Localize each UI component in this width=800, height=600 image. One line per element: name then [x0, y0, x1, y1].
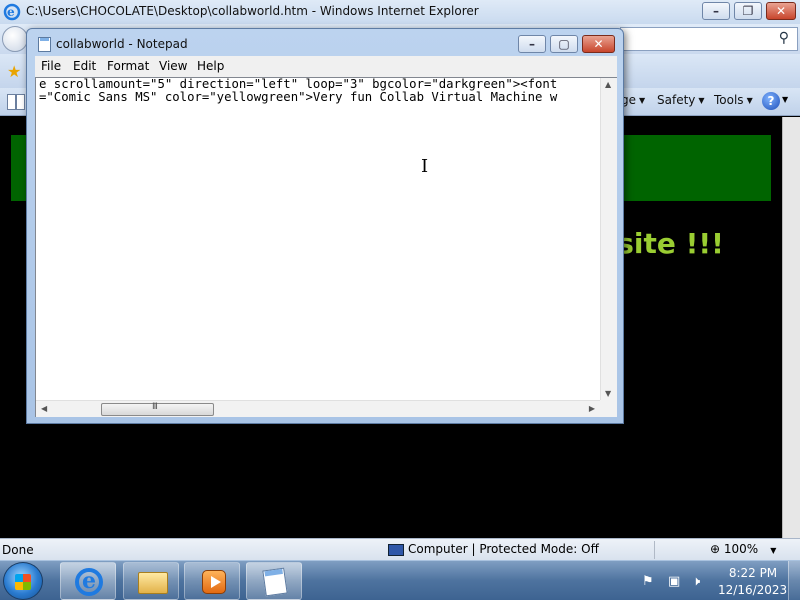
search-icon[interactable]: ⚲ [779, 30, 789, 46]
ie-maximize-button[interactable]: ❐ [734, 2, 762, 20]
notepad-title: collabworld - Notepad [56, 37, 188, 51]
ie-status-bar: Done Computer | Protected Mode: Off ⊕ 10… [0, 538, 800, 560]
back-button[interactable] [2, 26, 28, 52]
zoom-control[interactable]: ⊕ 100% ▼ [710, 542, 776, 556]
notepad-menu-bar: File Edit Format View Help [35, 56, 617, 77]
notepad-window: collabworld - Notepad – ▢ ✕ File Edit Fo… [26, 28, 624, 424]
zoom-level: 100% [723, 542, 759, 556]
text-cursor-icon: I [421, 156, 429, 177]
action-center-flag-icon[interactable]: ⚑ [642, 574, 654, 589]
notepad-icon [38, 37, 51, 52]
network-icon[interactable]: ▣ [668, 574, 680, 589]
notepad-vertical-scrollbar[interactable]: ▲ ▼ [600, 78, 617, 400]
menu-edit[interactable]: Edit [73, 59, 96, 73]
minimize-icon: – [713, 4, 719, 18]
svg-text:e: e [7, 5, 15, 19]
close-icon: ✕ [593, 37, 604, 51]
scroll-right-icon[interactable]: ▶ [589, 404, 595, 413]
menu-help[interactable]: Help [197, 59, 224, 73]
notepad-minimize-button[interactable]: – [518, 35, 546, 53]
grip-icon: III [152, 402, 158, 412]
scroll-left-icon[interactable]: ◀ [41, 404, 47, 413]
chevron-down-icon: ▼ [746, 96, 753, 105]
notepad-close-button[interactable]: ✕ [582, 35, 615, 53]
status-text: Done [2, 543, 34, 557]
taskbar-media-player-button[interactable] [184, 562, 240, 600]
folder-icon [138, 572, 168, 594]
ie-close-button[interactable]: ✕ [766, 2, 796, 20]
show-desktop-button[interactable] [788, 561, 800, 600]
scrollbar-corner [600, 400, 617, 417]
notepad-maximize-button[interactable]: ▢ [550, 35, 578, 53]
notepad-icon [262, 567, 288, 597]
notepad-horizontal-scrollbar[interactable]: ◀ III ▶ [36, 400, 600, 417]
ie-logo-icon: e [3, 3, 21, 21]
clock-date[interactable]: 12/16/2023 [718, 583, 787, 597]
chevron-down-icon: ▼ [698, 96, 705, 105]
media-player-icon [202, 570, 226, 594]
security-zone-label: Computer | Protected Mode: Off [408, 542, 599, 556]
scroll-down-icon[interactable]: ▼ [605, 389, 611, 398]
clock-time[interactable]: 8:22 PM [722, 566, 784, 580]
notepad-content[interactable]: e scrollamount="5" direction="left" loop… [39, 78, 599, 400]
chevron-down-icon: ▼ [770, 546, 777, 555]
notepad-text-area[interactable]: e scrollamount="5" direction="left" loop… [35, 77, 617, 417]
taskbar-explorer-button[interactable] [123, 562, 179, 600]
scroll-up-icon[interactable]: ▲ [605, 80, 611, 89]
maximize-icon: ▢ [558, 37, 570, 51]
text-line: ="Comic Sans MS" color="yellowgreen">Ver… [39, 90, 558, 104]
minimize-icon: – [529, 37, 535, 51]
taskbar: ⚑ ▣ 🕨 8:22 PM 12/16/2023 [0, 560, 800, 600]
computer-icon [388, 543, 404, 556]
security-zone[interactable]: Computer | Protected Mode: Off [388, 542, 599, 556]
chevron-down-icon: ▼ [639, 96, 646, 105]
favorites-star-icon[interactable]: ★ [7, 62, 21, 81]
safety-menu[interactable]: Safety ▼ [657, 93, 705, 107]
taskbar-notepad-button[interactable] [246, 562, 302, 600]
quick-tabs-icon[interactable] [7, 94, 25, 110]
restore-icon: ❐ [742, 4, 754, 18]
ie-vertical-scrollbar[interactable] [782, 117, 800, 538]
volume-muted-icon[interactable]: 🕨 [692, 574, 700, 589]
status-divider [654, 541, 655, 559]
windows-logo-icon [15, 574, 31, 590]
ie-icon [75, 568, 103, 596]
zoom-icon: ⊕ [710, 542, 724, 556]
safety-menu-label: Safety [657, 93, 696, 107]
ie-minimize-button[interactable]: – [702, 2, 730, 20]
tools-menu-label: Tools [714, 93, 744, 107]
scrollbar-thumb[interactable]: III [101, 402, 214, 416]
ie-title-text: C:\Users\CHOCOLATE\Desktop\collabworld.h… [26, 4, 479, 18]
chevron-down-icon[interactable]: ▼ [782, 95, 788, 104]
start-button[interactable] [3, 562, 43, 600]
page-menu[interactable]: ge ▼ [621, 93, 645, 107]
taskbar-ie-button[interactable] [60, 562, 116, 600]
search-input[interactable]: ⚲ [620, 27, 798, 51]
menu-file[interactable]: File [41, 59, 61, 73]
menu-view[interactable]: View [159, 59, 187, 73]
menu-format[interactable]: Format [107, 59, 149, 73]
ie-title-bar[interactable]: e C:\Users\CHOCOLATE\Desktop\collabworld… [0, 0, 800, 24]
tools-menu[interactable]: Tools ▼ [714, 93, 753, 107]
help-icon[interactable]: ? [762, 92, 780, 110]
close-icon: ✕ [775, 4, 787, 18]
